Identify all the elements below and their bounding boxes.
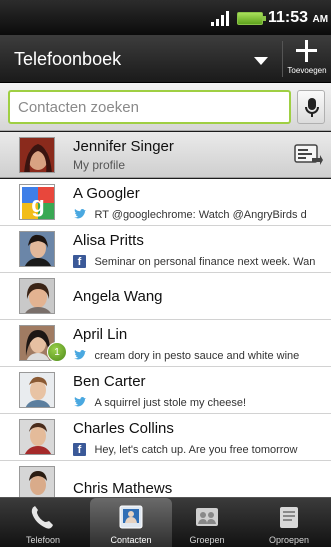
add-contact-button[interactable]: Toevoegen (283, 35, 331, 83)
twitter-icon (74, 397, 86, 407)
avatar (19, 231, 55, 267)
avatar (19, 137, 55, 173)
profile-name: Jennifer Singer (73, 138, 174, 155)
tab-telefoon[interactable]: Telefoon (2, 498, 84, 547)
twitter-icon (74, 209, 86, 219)
status-text: Hey, let's catch up. Are you free tomorr… (94, 443, 298, 456)
search-bar (0, 83, 331, 131)
unread-count-badge: 1 (47, 342, 67, 362)
contacts-icon (119, 505, 143, 529)
avatar (19, 419, 55, 455)
contact-name: A Googler (73, 185, 140, 202)
vcard-icon[interactable] (293, 142, 323, 168)
my-profile-row[interactable]: Jennifer Singer My profile (0, 132, 331, 178)
contact-name: Charles Collins (73, 420, 174, 437)
contact-name: Ben Carter (73, 373, 146, 390)
list-item[interactable]: Ben Carter A squirrel just stole my chee… (0, 367, 331, 414)
avatar: g (19, 184, 55, 220)
profile-subtitle: My profile (73, 158, 126, 172)
svg-text:g: g (31, 192, 44, 217)
status-text: Seminar on personal finance next week. W… (94, 255, 316, 268)
bottom-tab-bar: Telefoon Contacten Groepen Oproepen (0, 497, 331, 547)
tab-groepen[interactable]: Groepen (166, 498, 248, 547)
list-item[interactable]: Alisa Pritts f Seminar on personal finan… (0, 226, 331, 273)
twitter-icon (74, 350, 86, 360)
status-bar: 11:53 AM (0, 0, 331, 35)
contact-status: RT @googlechrome: Watch @AngryBirds d (73, 206, 331, 222)
status-text: RT @googlechrome: Watch @AngryBirds d (94, 208, 307, 221)
contact-name: Angela Wang (73, 288, 163, 305)
clock: 11:53 AM (268, 9, 329, 26)
tab-label: Telefoon (25, 535, 61, 545)
chevron-down-icon[interactable] (254, 57, 268, 65)
microphone-icon (305, 98, 319, 117)
tab-oproepen[interactable]: Oproepen (248, 498, 330, 547)
list-item[interactable]: Chris Mathews (0, 461, 331, 497)
battery-icon (237, 12, 266, 25)
contact-status: A squirrel just stole my cheese! (73, 394, 331, 410)
contact-status: f Hey, let's catch up. Are you free tomo… (73, 441, 331, 457)
list-item[interactable]: g A Googler RT @googlechrome: Watch @Ang… (0, 179, 331, 226)
search-input[interactable] (8, 90, 291, 124)
call-log-icon (280, 507, 298, 528)
tab-label: Oproepen (268, 535, 310, 545)
phone-icon (31, 506, 53, 529)
avatar (19, 278, 55, 314)
tab-label: Contacten (110, 535, 152, 545)
facebook-icon: f (73, 255, 86, 269)
avatar (19, 466, 55, 497)
list-item[interactable]: 1 April Lin cream dory in pesto sauce an… (0, 320, 331, 367)
avatar (19, 372, 55, 408)
list-item[interactable]: Angela Wang (0, 273, 331, 320)
contact-name: Chris Mathews (73, 480, 173, 497)
contact-list[interactable]: g A Googler RT @googlechrome: Watch @Ang… (0, 179, 331, 497)
list-item[interactable]: Charles Collins f Hey, let's catch up. A… (0, 414, 331, 461)
contact-status: cream dory in pesto sauce and white wine (73, 347, 331, 363)
facebook-icon: f (73, 443, 86, 457)
signal-icon (211, 10, 233, 26)
app-header: Telefoonboek Toevoegen (0, 35, 331, 83)
contact-name: Alisa Pritts (73, 232, 144, 249)
tab-contacten[interactable]: Contacten (90, 498, 172, 547)
groups-icon (196, 508, 218, 526)
page-title[interactable]: Telefoonboek (14, 49, 121, 70)
add-contact-label: Toevoegen (287, 66, 327, 75)
contact-status: f Seminar on personal finance next week.… (73, 253, 331, 269)
status-text: cream dory in pesto sauce and white wine (94, 349, 300, 362)
status-text: A squirrel just stole my cheese! (94, 396, 247, 409)
tab-label: Groepen (189, 535, 225, 545)
contact-name: April Lin (73, 326, 128, 343)
voice-search-button[interactable] (297, 90, 325, 124)
